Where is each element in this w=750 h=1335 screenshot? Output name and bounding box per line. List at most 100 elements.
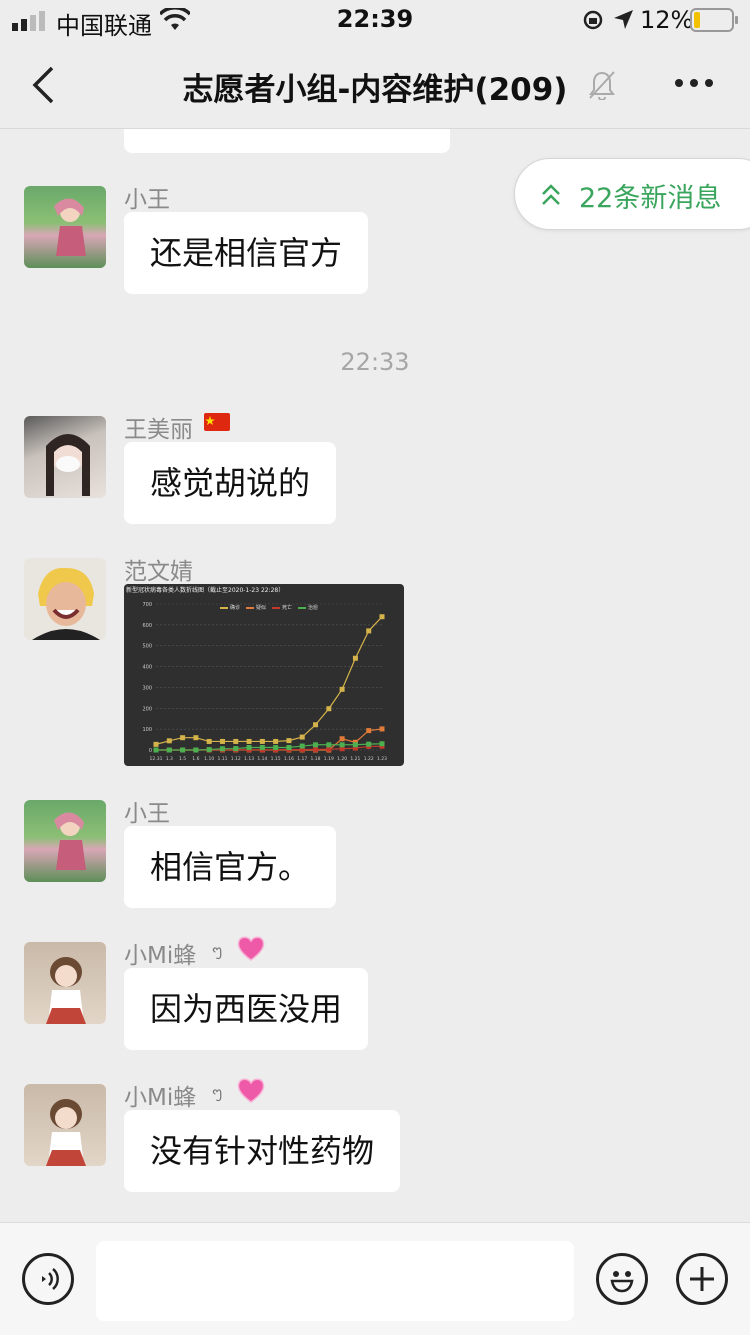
heart-icon: [237, 936, 265, 961]
sender-name: 王美丽: [124, 417, 193, 443]
location-icon: [614, 10, 633, 29]
avatar[interactable]: [24, 558, 106, 640]
x-tick-label: 1.19: [324, 756, 334, 762]
data-point: [206, 747, 212, 753]
x-tick-label: 1.10: [204, 756, 214, 762]
battery-percent: 12%: [640, 6, 694, 34]
flag-icon: [204, 413, 230, 431]
data-point: [352, 742, 358, 748]
message-bubble-partial: [124, 129, 450, 153]
x-tick-label: 1.6: [192, 756, 199, 762]
data-point: [259, 738, 265, 744]
new-messages-button[interactable]: 22条新消息: [514, 158, 750, 230]
message-bubble[interactable]: 相信官方。: [124, 826, 337, 908]
input-bar: [0, 1222, 750, 1335]
y-tick-label: 300: [142, 685, 152, 691]
timestamp: 22:33: [340, 348, 410, 376]
x-tick-label: 1.22: [364, 756, 374, 762]
mute-bell-icon: [589, 71, 615, 100]
data-point: [286, 744, 292, 750]
data-point: [299, 743, 305, 749]
y-tick-label: 0: [149, 748, 152, 754]
double-chevron-up-icon: [542, 184, 560, 205]
y-tick-label: 400: [142, 665, 152, 671]
sender-name: 小王: [124, 801, 170, 827]
message-bubble[interactable]: 感觉胡说的: [124, 442, 337, 524]
y-tick-label: 500: [142, 644, 152, 650]
data-point: [153, 741, 159, 747]
avatar[interactable]: [24, 800, 106, 882]
data-point: [259, 744, 265, 750]
data-point: [233, 746, 239, 752]
x-tick-label: 1.18: [311, 756, 321, 762]
y-tick-label: 600: [142, 623, 152, 629]
x-tick-label: 1.14: [257, 756, 267, 762]
emoji-icon: [610, 1271, 634, 1293]
data-point: [246, 738, 252, 744]
message-input[interactable]: [96, 1241, 574, 1321]
x-tick-label: 1.11: [217, 756, 227, 762]
x-tick-label: 1.17: [297, 756, 307, 762]
x-tick-label: 1.12: [231, 756, 241, 762]
message-bubble[interactable]: 没有针对性药物: [124, 1110, 401, 1192]
y-tick-label: 100: [142, 727, 152, 733]
data-point: [180, 747, 186, 753]
data-point: [326, 706, 332, 712]
data-point: [379, 741, 385, 747]
voice-icon: [42, 1268, 59, 1290]
data-point: [206, 738, 212, 744]
series-line: [155, 616, 383, 745]
x-tick-label: 1.13: [244, 756, 254, 762]
data-point: [339, 736, 345, 742]
plus-button[interactable]: [676, 1253, 728, 1305]
data-point: [273, 738, 279, 744]
x-tick-label: 1.20: [337, 756, 347, 762]
message-bubble[interactable]: 因为西医没用: [124, 968, 369, 1050]
data-point: [219, 746, 225, 752]
plus-icon: [690, 1267, 714, 1291]
heart-icon: [237, 1078, 265, 1103]
data-point: [246, 744, 252, 750]
x-tick-label: 12.31: [150, 756, 163, 762]
orientation-lock-icon: [583, 10, 603, 30]
x-tick-label: 1.16: [284, 756, 294, 762]
chat-header: 志愿者小组-内容维护(209): [0, 40, 750, 129]
sender-name: 小王: [124, 187, 170, 213]
data-point: [326, 746, 332, 752]
chart-image-message[interactable]: 新型冠状病毒各类人数折线图（截止至2020-1-23 22:28） 确诊 疑似 死亡…: [124, 584, 404, 766]
y-tick-label: 200: [142, 706, 152, 712]
data-point: [366, 741, 372, 747]
data-point: [273, 744, 279, 750]
badge-text: ᪧ: [212, 1083, 223, 1102]
x-tick-label: 1.21: [350, 756, 360, 762]
data-point: [313, 742, 319, 748]
data-point: [166, 738, 172, 744]
data-point: [339, 742, 345, 748]
data-point: [299, 734, 305, 740]
emoji-button[interactable]: [596, 1253, 648, 1305]
avatar[interactable]: [24, 1084, 106, 1166]
avatar[interactable]: [24, 416, 106, 498]
more-icon[interactable]: [674, 78, 714, 88]
avatar[interactable]: [24, 942, 106, 1024]
x-tick-label: 1.5: [179, 756, 186, 762]
data-point: [379, 614, 385, 620]
data-point: [219, 738, 225, 744]
voice-button[interactable]: [22, 1253, 74, 1305]
x-tick-label: 1.15: [271, 756, 281, 762]
data-point: [180, 735, 186, 741]
sender-name: 小Mi蜂: [124, 1085, 197, 1111]
y-tick-label: 700: [142, 602, 152, 608]
new-messages-label: 22条新消息: [579, 183, 722, 214]
data-point: [286, 738, 292, 744]
x-tick-label: 1.3: [166, 756, 173, 762]
status-bar: 中国联通 22:39 12%: [0, 0, 750, 40]
sender-name: 小Mi蜂: [124, 943, 197, 969]
avatar[interactable]: [24, 186, 106, 268]
data-point: [193, 747, 199, 753]
data-point: [166, 747, 172, 753]
status-time: 22:39: [336, 5, 414, 33]
series-line: [156, 728, 383, 751]
message-bubble[interactable]: 还是相信官方: [124, 212, 369, 294]
chat-title[interactable]: 志愿者小组-内容维护(209): [0, 64, 750, 109]
